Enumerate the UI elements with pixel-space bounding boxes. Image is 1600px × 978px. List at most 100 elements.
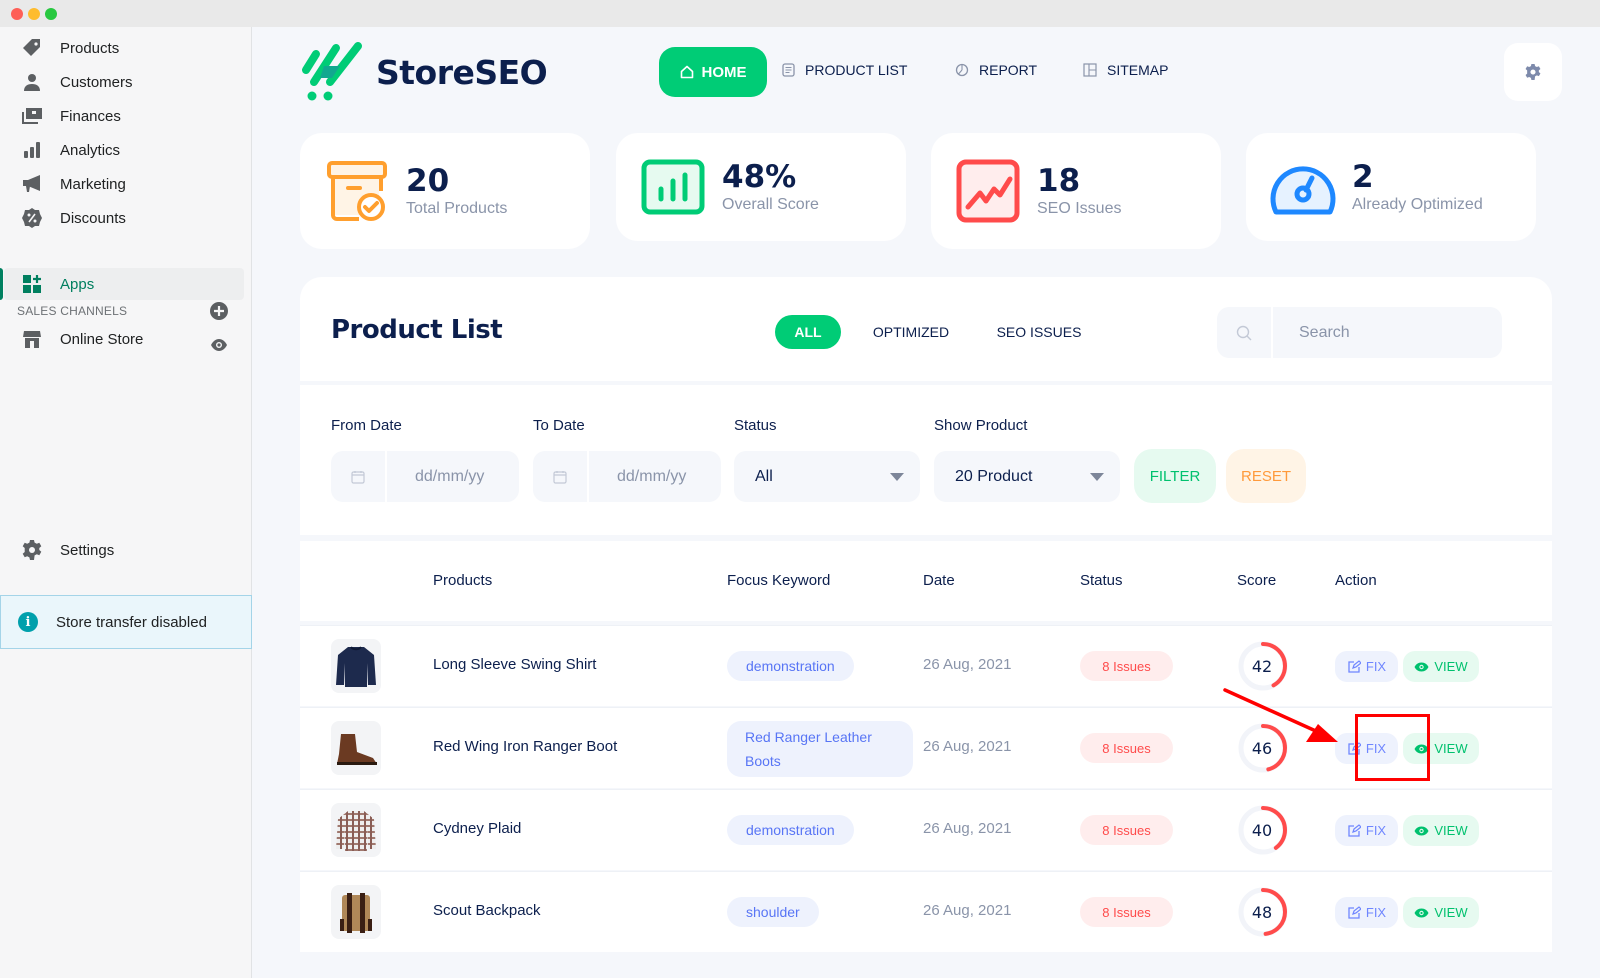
focus-keyword-line: Red Ranger Leather — [745, 729, 872, 745]
view-online-store-button[interactable] — [210, 338, 228, 356]
window-maximize-button[interactable] — [45, 8, 57, 20]
status-badge[interactable]: 8 Issues — [1080, 897, 1173, 927]
window-minimize-button[interactable] — [28, 8, 40, 20]
product-name[interactable]: Red Wing Iron Ranger Boot — [433, 738, 617, 755]
home-icon — [680, 65, 693, 79]
product-thumbnail-backpack — [331, 885, 381, 939]
sidebar-item-customers[interactable]: Customers — [4, 66, 244, 98]
product-name[interactable]: Cydney Plaid — [433, 820, 521, 837]
column-header-products: Products — [433, 572, 493, 589]
active-indicator — [0, 268, 3, 300]
sales-channels-heading: SALES CHANNELS — [17, 304, 128, 318]
nav-report[interactable]: REPORT — [955, 62, 1037, 78]
status-select[interactable]: All — [734, 451, 920, 502]
score-value: 48 — [1251, 902, 1273, 922]
store-icon — [21, 328, 43, 350]
stat-label: Total Products — [406, 200, 508, 217]
view-button[interactable]: VIEW — [1403, 815, 1479, 846]
to-date-input[interactable]: dd/mm/yy — [533, 451, 721, 502]
stat-label: SEO Issues — [1037, 200, 1122, 217]
column-header-status: Status — [1080, 572, 1123, 589]
report-icon — [955, 63, 969, 77]
show-product-label: Show Product — [934, 417, 1028, 434]
product-list-panel: Product List ALL OPTIMIZED SEO ISSUES Fr… — [300, 277, 1552, 978]
reset-button[interactable]: RESET — [1226, 449, 1306, 503]
info-icon: i — [18, 612, 38, 632]
sidebar-item-discounts[interactable]: Discounts — [4, 202, 244, 234]
sidebar-item-online-store[interactable]: Online Store — [4, 323, 244, 355]
tab-all[interactable]: ALL — [775, 315, 841, 349]
search-icon[interactable] — [1217, 307, 1273, 358]
nav-product-list[interactable]: PRODUCT LIST — [782, 62, 907, 78]
score-ring: 40 — [1237, 804, 1289, 856]
fix-button[interactable]: FIX — [1335, 651, 1398, 682]
fix-label: FIX — [1365, 659, 1387, 674]
window-close-button[interactable] — [11, 8, 23, 20]
eye-icon — [1414, 662, 1429, 671]
storeseo-app: StoreSEO HOME PRODUCT LIST REPORT SITEMA… — [252, 27, 1600, 978]
show-product-value: 20 Product — [955, 467, 1033, 485]
score-chart-icon — [640, 154, 706, 220]
view-button[interactable]: VIEW — [1403, 897, 1479, 928]
from-date-input[interactable]: dd/mm/yy — [331, 451, 519, 502]
product-name[interactable]: Long Sleeve Swing Shirt — [433, 656, 596, 673]
sidebar-item-products[interactable]: Products — [4, 32, 244, 64]
column-header-score: Score — [1237, 572, 1277, 589]
nav-product-list-label: PRODUCT LIST — [805, 62, 908, 78]
stat-value: 18 — [1037, 163, 1081, 199]
search-input[interactable] — [1299, 323, 1489, 342]
sidebar-item-label: Settings — [60, 541, 115, 559]
sidebar-item-apps[interactable]: Apps — [4, 268, 244, 300]
status-badge[interactable]: 8 Issues — [1080, 733, 1173, 763]
storeseo-logo[interactable]: StoreSEO — [300, 42, 548, 102]
fix-button[interactable]: FIX — [1335, 815, 1398, 846]
column-header-focus-keyword: Focus Keyword — [727, 572, 831, 589]
product-thumbnail-plaid — [331, 803, 381, 857]
eye-icon — [1414, 908, 1429, 917]
add-sales-channel-button[interactable] — [210, 302, 228, 320]
tab-optimized[interactable]: OPTIMIZED — [868, 315, 954, 349]
sidebar-item-label: Apps — [60, 275, 95, 293]
view-button[interactable]: VIEW — [1403, 651, 1479, 682]
stat-value: 20 — [406, 163, 450, 199]
nav-sitemap[interactable]: SITEMAP — [1083, 62, 1168, 78]
app-settings-button[interactable] — [1504, 43, 1562, 101]
product-date: 26 Aug, 2021 — [923, 902, 1012, 919]
view-label: VIEW — [1434, 823, 1468, 838]
filter-button[interactable]: FILTER — [1134, 449, 1216, 503]
sitemap-icon — [1083, 63, 1097, 77]
sidebar-item-finances[interactable]: Finances — [4, 100, 244, 132]
sidebar-item-analytics[interactable]: Analytics — [4, 134, 244, 166]
nav-home-button[interactable]: HOME — [659, 47, 767, 97]
status-badge[interactable]: 8 Issues — [1080, 651, 1173, 681]
focus-keyword-line: Boots — [745, 753, 781, 769]
sidebar-item-marketing[interactable]: Marketing — [4, 168, 244, 200]
edit-icon — [1348, 905, 1361, 919]
from-date-placeholder: dd/mm/yy — [415, 467, 485, 485]
from-date-label: From Date — [331, 417, 402, 434]
show-product-select[interactable]: 20 Product — [934, 451, 1120, 502]
edit-icon — [1348, 659, 1361, 673]
sidebar-item-label: Finances — [60, 107, 121, 125]
focus-keyword-badge: demonstration — [727, 815, 854, 845]
person-icon — [21, 71, 43, 93]
tab-seo-issues[interactable]: SEO ISSUES — [994, 315, 1084, 349]
list-icon — [782, 63, 795, 77]
stat-card-already-optimized: 2 Already Optimized — [1246, 133, 1536, 241]
table-row: Long Sleeve Swing Shirt demonstration 26… — [300, 625, 1552, 706]
sidebar-item-label: Online Store — [60, 330, 144, 348]
to-date-placeholder: dd/mm/yy — [617, 467, 687, 485]
fix-button[interactable]: FIX — [1335, 897, 1398, 928]
product-date: 26 Aug, 2021 — [923, 738, 1012, 755]
megaphone-icon — [21, 173, 43, 195]
table-header: Products Focus Keyword Date Status Score… — [300, 541, 1552, 621]
status-badge[interactable]: 8 Issues — [1080, 815, 1173, 845]
speedometer-icon — [1270, 154, 1336, 220]
store-transfer-banner: i Store transfer disabled — [0, 595, 252, 649]
bar-chart-icon — [21, 139, 43, 161]
product-name[interactable]: Scout Backpack — [433, 902, 541, 919]
edit-icon — [1348, 823, 1361, 837]
product-date: 26 Aug, 2021 — [923, 820, 1012, 837]
filter-bar: From Date dd/mm/yy To Date dd/mm/yy Stat… — [300, 385, 1552, 535]
sidebar-item-settings[interactable]: Settings — [4, 534, 244, 566]
